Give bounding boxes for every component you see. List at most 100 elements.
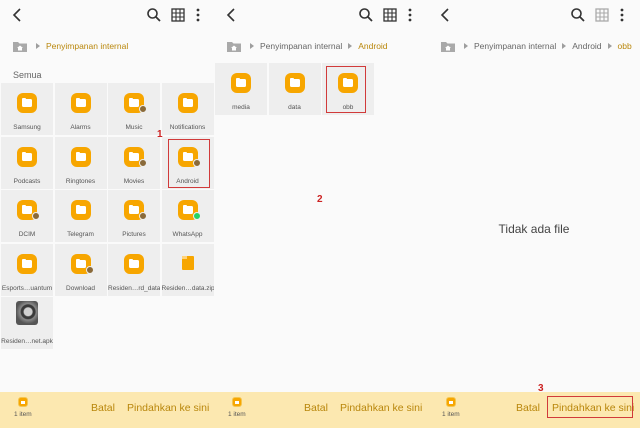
bottom-bar: 1 item Batal Pindahkan ke sini xyxy=(428,392,640,428)
folder-icon xyxy=(70,200,91,220)
folder-tile[interactable]: Android xyxy=(161,136,214,189)
top-bar xyxy=(428,0,640,32)
breadcrumb-item[interactable]: Penyimpanan internal xyxy=(474,41,556,51)
folder-icon xyxy=(70,146,91,167)
folder-tile-label: data xyxy=(288,104,301,111)
more-options-icon[interactable] xyxy=(402,7,418,23)
download-badge-icon xyxy=(85,265,94,274)
back-arrow-icon[interactable] xyxy=(438,6,454,24)
folder-icon xyxy=(17,93,37,113)
folder-tile[interactable]: Alarms xyxy=(54,83,107,135)
folder-tile[interactable]: media xyxy=(215,63,267,115)
grid-view-icon[interactable] xyxy=(594,7,610,23)
item-count: 1 item xyxy=(14,411,32,418)
folder-icon xyxy=(231,73,251,93)
breadcrumb-separator-icon xyxy=(36,43,40,49)
home-folder-icon[interactable] xyxy=(226,40,242,53)
folder-tile[interactable]: Ringtones xyxy=(54,136,107,189)
breadcrumb-item[interactable]: Penyimpanan internal xyxy=(260,41,342,51)
folder-icon xyxy=(70,93,91,113)
move-here-button[interactable]: Pindahkan ke sini xyxy=(127,402,209,414)
folder-tile[interactable]: data xyxy=(268,63,321,115)
folder-tile-label: Residen…net.apk xyxy=(1,338,53,345)
breadcrumb-separator-icon xyxy=(250,43,254,49)
folder-tile[interactable]: Residen…rd_data xyxy=(108,243,160,296)
search-icon[interactable] xyxy=(358,7,374,23)
folder-tile[interactable]: Telegram xyxy=(54,190,107,242)
breadcrumb: Penyimpanan internal Android obb xyxy=(440,38,636,54)
folder-tile[interactable]: Music xyxy=(108,83,160,135)
breadcrumb-item[interactable]: obb xyxy=(618,41,632,51)
home-folder-icon[interactable] xyxy=(440,40,456,53)
folder-icon xyxy=(18,397,28,407)
folder-icon xyxy=(17,253,37,274)
apk-file-icon xyxy=(16,301,38,325)
bottom-bar: 1 item Batal Pindahkan ke sini xyxy=(0,392,214,428)
cancel-button[interactable]: Batal xyxy=(91,402,115,414)
play-badge-icon xyxy=(139,158,147,167)
breadcrumb-separator-icon xyxy=(348,43,353,49)
music-badge-icon xyxy=(139,105,147,113)
breadcrumb-item[interactable]: Penyimpanan internal xyxy=(46,41,128,51)
grid-view-icon[interactable] xyxy=(170,7,186,23)
breadcrumb-separator-icon xyxy=(562,43,567,49)
home-folder-icon[interactable] xyxy=(12,40,28,53)
step-number: 1 xyxy=(157,129,163,140)
folder-icon xyxy=(177,93,198,113)
folder-tile[interactable]: DCIM xyxy=(1,190,53,242)
item-count: 1 item xyxy=(228,411,246,418)
folder-tile-label: Download xyxy=(66,284,95,292)
folder-tile[interactable]: Samsung xyxy=(1,83,53,135)
folder-tile[interactable]: Residen…data.zip xyxy=(161,243,214,296)
panel-internal-storage: Penyimpanan internal Semua Samsung Alarms… xyxy=(0,0,214,428)
folder-tile-label: Pictures xyxy=(122,231,146,238)
back-arrow-icon[interactable] xyxy=(10,6,26,24)
grid-view-icon[interactable] xyxy=(382,7,398,23)
folder-grid: media data obb xyxy=(215,63,374,115)
folder-tile[interactable]: Residen…net.apk xyxy=(1,297,53,349)
breadcrumb-item[interactable]: Android xyxy=(572,41,601,51)
whatsapp-badge-icon xyxy=(192,212,201,220)
top-bar xyxy=(214,0,428,32)
folder-tile-label: Android xyxy=(176,177,199,185)
folder-icon xyxy=(338,73,358,93)
back-arrow-icon[interactable] xyxy=(224,6,240,24)
more-options-icon[interactable] xyxy=(190,7,206,23)
cancel-button[interactable]: Batal xyxy=(304,402,328,414)
folder-grid: Samsung Alarms Music Notifications Podcasts R… xyxy=(1,83,214,349)
folder-tile[interactable]: Movies xyxy=(108,136,160,189)
folder-tile-label: Residen…data.zip xyxy=(161,284,214,292)
folder-tile-label: Music xyxy=(125,124,143,131)
breadcrumb: Penyimpanan internal Android xyxy=(226,38,424,54)
folder-tile[interactable]: Notifications xyxy=(161,83,214,135)
search-icon[interactable] xyxy=(146,7,162,23)
panel-android: Penyimpanan internal Android media data ob… xyxy=(214,0,428,428)
folder-tile[interactable]: Esports…uantum xyxy=(1,243,53,296)
more-options-icon[interactable] xyxy=(614,7,630,23)
folder-tile[interactable]: Download xyxy=(54,243,107,296)
breadcrumb-separator-icon xyxy=(464,43,468,49)
folder-tile-label: Podcasts xyxy=(13,177,41,185)
move-here-button[interactable]: Pindahkan ke sini xyxy=(340,402,422,414)
breadcrumb-item[interactable]: Android xyxy=(358,41,387,51)
folder-tile[interactable]: Podcasts xyxy=(1,136,53,189)
panel-obb: Penyimpanan internal Android obb Tidak a… xyxy=(428,0,640,428)
bottom-bar: 1 item Batal Pindahkan ke sini xyxy=(214,392,428,428)
breadcrumb: Penyimpanan internal xyxy=(12,38,210,54)
folder-tile[interactable]: obb xyxy=(322,63,374,115)
folder-icon xyxy=(17,146,37,167)
folder-tile-label: Ringtones xyxy=(65,177,96,185)
zip-file-icon xyxy=(181,255,194,270)
cancel-button[interactable]: Batal xyxy=(516,402,540,414)
search-icon[interactable] xyxy=(570,7,586,23)
folder-icon xyxy=(124,253,144,274)
folder-tile-label: Movies xyxy=(123,177,145,185)
folder-tile[interactable]: Pictures xyxy=(108,190,160,242)
folder-tile[interactable]: WhatsApp xyxy=(161,190,214,242)
folder-tile-label: obb xyxy=(342,104,354,111)
camera-badge-icon xyxy=(32,212,40,220)
folder-tile-label: media xyxy=(232,104,250,111)
folder-tile-label: Esports…uantum xyxy=(1,284,53,292)
gear-badge-icon xyxy=(192,158,201,167)
move-here-button[interactable]: Pindahkan ke sini xyxy=(552,402,634,414)
